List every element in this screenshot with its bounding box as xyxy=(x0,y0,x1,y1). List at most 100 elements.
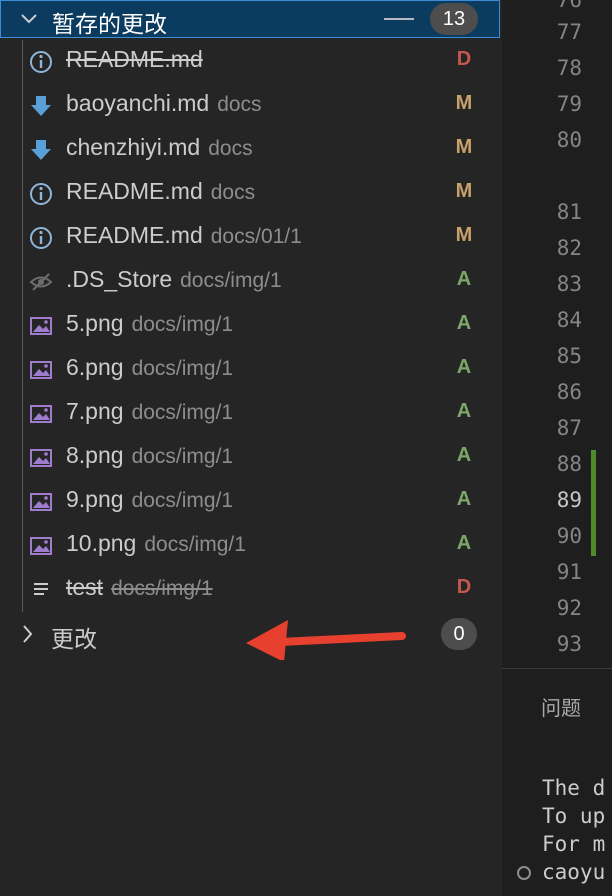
markdown-download-icon xyxy=(31,96,51,116)
file-status-badge: A xyxy=(456,532,472,554)
file-name: 9.png xyxy=(66,486,124,512)
file-status-badge: A xyxy=(456,312,472,334)
tree-indent-guide xyxy=(22,40,23,612)
file-label: 9.png docs/img/1 xyxy=(66,486,233,513)
file-path: docs/img/1 xyxy=(111,577,213,600)
eye-slash-icon xyxy=(29,273,53,291)
line-number: 87 xyxy=(556,416,582,440)
staged-changes-header[interactable]: 暂存的更改 13 xyxy=(0,0,500,38)
file-path: docs xyxy=(208,137,253,160)
file-label: README.md docs/01/1 xyxy=(66,222,302,249)
file-name: baoyanchi.md xyxy=(66,90,210,116)
staged-file-row[interactable]: 7.png docs/img/1 A xyxy=(24,392,502,436)
line-number: 77 xyxy=(556,20,582,44)
terminal-line: For m xyxy=(542,832,606,856)
file-name: README.md xyxy=(66,46,203,72)
terminal-prompt-circle-icon xyxy=(517,866,531,880)
file-name: chenzhiyi.md xyxy=(66,134,201,160)
file-path: docs/img/1 xyxy=(131,357,234,380)
info-icon xyxy=(30,183,52,205)
image-icon xyxy=(30,493,52,511)
image-icon xyxy=(30,361,52,379)
staged-file-row[interactable]: test docs/img/1 D xyxy=(24,568,502,612)
staged-file-row[interactable]: README.md D xyxy=(24,40,502,84)
file-status-badge: M xyxy=(455,180,473,202)
file-path: docs/img/1 xyxy=(131,445,234,468)
file-status-badge: A xyxy=(456,488,472,510)
staged-file-row[interactable]: .DS_Store docs/img/1 A xyxy=(24,260,502,304)
file-name: README.md xyxy=(66,222,203,248)
file-status-badge: M xyxy=(455,92,473,114)
file-name: 8.png xyxy=(66,442,124,468)
file-status-badge: D xyxy=(456,48,472,70)
text-file-icon xyxy=(34,583,48,595)
changes-title: 更改 xyxy=(51,626,97,652)
staged-file-row[interactable]: README.md docs/01/1 M xyxy=(24,216,502,260)
file-label: baoyanchi.md docs xyxy=(66,90,262,117)
staged-file-row[interactable]: 6.png docs/img/1 A xyxy=(24,348,502,392)
info-icon xyxy=(30,227,52,249)
red-arrow-annotation xyxy=(246,620,406,660)
info-icon xyxy=(30,51,52,73)
staged-file-row[interactable]: 9.png docs/img/1 A xyxy=(24,480,502,524)
line-number: 81 xyxy=(556,200,582,224)
file-status-badge: A xyxy=(456,444,472,466)
file-path: docs/img/1 xyxy=(180,269,282,292)
file-label: test docs/img/1 xyxy=(66,574,213,601)
file-path: docs/img/1 xyxy=(131,401,234,424)
staged-changes-title: 暂存的更改 xyxy=(52,11,167,37)
line-number: 93 xyxy=(556,632,582,656)
source-control-panel: 暂存的更改 13 README.md Dbaoyanchi.md docs Mchen… xyxy=(0,0,502,896)
file-status-badge: A xyxy=(456,400,472,422)
file-label: 8.png docs/img/1 xyxy=(66,442,233,469)
line-number: 92 xyxy=(556,596,582,620)
file-name: test xyxy=(66,574,104,600)
file-status-badge: M xyxy=(455,136,473,158)
staged-file-row[interactable]: baoyanchi.md docs M xyxy=(24,84,502,128)
file-name: 5.png xyxy=(66,310,124,336)
staged-file-row[interactable]: 10.png docs/img/1 A xyxy=(24,524,502,568)
staged-file-row[interactable]: README.md docs M xyxy=(24,172,502,216)
terminal-line: The d xyxy=(542,776,606,800)
line-number: 76 xyxy=(556,0,582,12)
staged-count-badge: 13 xyxy=(430,3,478,35)
file-path: docs/01/1 xyxy=(210,225,302,248)
file-label: README.md docs xyxy=(66,178,255,205)
file-label: 7.png docs/img/1 xyxy=(66,398,233,425)
chevron-down-icon[interactable] xyxy=(17,7,41,31)
line-number: 88 xyxy=(556,452,582,476)
file-label: chenzhiyi.md docs xyxy=(66,134,253,161)
tab-problems[interactable]: 问题 xyxy=(541,692,581,721)
file-path: docs/img/1 xyxy=(131,313,234,336)
chevron-right-icon[interactable] xyxy=(16,622,40,646)
line-number: 89 xyxy=(556,488,582,512)
line-number: 86 xyxy=(556,380,582,404)
file-status-badge: A xyxy=(456,356,472,378)
file-path: docs/img/1 xyxy=(144,533,246,556)
file-label: 6.png docs/img/1 xyxy=(66,354,233,381)
file-name: 7.png xyxy=(66,398,124,424)
terminal-line: To up xyxy=(542,804,606,828)
file-name: 10.png xyxy=(66,530,137,556)
line-number: 91 xyxy=(556,560,582,584)
line-number: 82 xyxy=(556,236,582,260)
staged-file-row[interactable]: 5.png docs/img/1 A xyxy=(24,304,502,348)
file-label: README.md xyxy=(66,46,211,73)
file-label: 5.png docs/img/1 xyxy=(66,310,233,337)
image-icon xyxy=(30,449,52,467)
file-status-badge: D xyxy=(456,576,472,598)
staged-file-row[interactable]: chenzhiyi.md docs M xyxy=(24,128,502,172)
line-number: 90 xyxy=(556,524,582,548)
file-status-badge: M xyxy=(455,224,473,246)
terminal-line: caoyu xyxy=(542,860,606,884)
git-modified-gutter-bar xyxy=(591,450,596,556)
staged-file-row[interactable]: 8.png docs/img/1 A xyxy=(24,436,502,480)
file-status-badge: A xyxy=(456,268,472,290)
file-name: .DS_Store xyxy=(66,266,173,292)
file-path: docs/img/1 xyxy=(131,489,234,512)
image-icon xyxy=(30,537,52,555)
unstage-all-icon[interactable] xyxy=(384,18,414,20)
file-path: docs xyxy=(217,93,262,116)
line-number: 78 xyxy=(556,56,582,80)
file-name: README.md xyxy=(66,178,203,204)
